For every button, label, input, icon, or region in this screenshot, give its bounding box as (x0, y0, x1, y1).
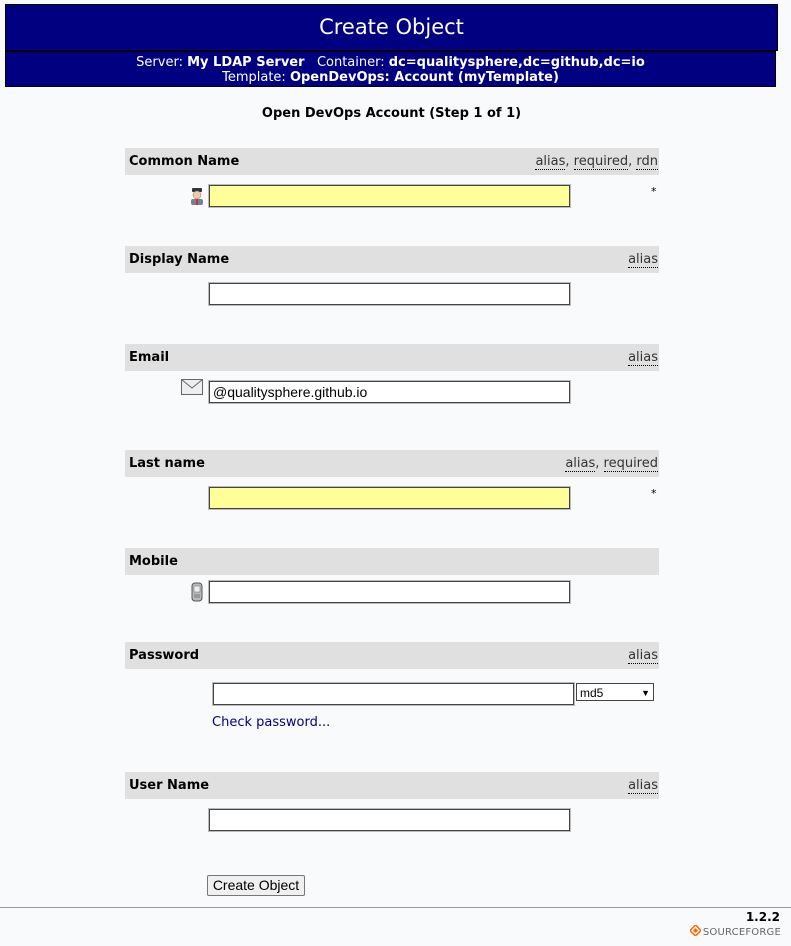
step-title: Open DevOps Account (Step 1 of 1) (261, 106, 522, 121)
field-header-password: Password alias (125, 642, 659, 669)
field-header-last-name: Last name alias, required (125, 450, 659, 477)
email-input[interactable] (208, 380, 571, 404)
footer-divider (0, 907, 791, 908)
password-hash-value: md5 (580, 686, 604, 700)
last-name-label: Last name (129, 456, 205, 471)
common-name-input[interactable] (208, 184, 571, 208)
email-label: Email (129, 350, 170, 365)
template-label: Template: (222, 70, 286, 85)
password-label: Password (129, 648, 200, 663)
tag-alias: alias (565, 456, 596, 472)
server-value: My LDAP Server (187, 55, 305, 70)
required-marker: * (651, 185, 657, 198)
mobile-phone-icon (191, 582, 203, 602)
user-name-input[interactable] (208, 808, 571, 832)
mobile-input[interactable] (208, 580, 571, 604)
last-name-tags: alias, required (565, 456, 658, 472)
display-name-tags: alias (628, 246, 658, 273)
tag-alias: alias (628, 350, 658, 366)
required-marker: * (651, 487, 657, 500)
field-header-display-name: Display Name alias (125, 246, 659, 273)
password-hash-select[interactable]: md5 ▼ (576, 683, 654, 701)
container-value: dc=qualitysphere,dc=github,dc=io (388, 55, 645, 70)
container-label: Container: (316, 55, 385, 70)
create-object-button[interactable]: Create Object (207, 875, 305, 896)
tag-required: required (573, 154, 629, 170)
tag-required: required (603, 456, 658, 472)
user-name-tags: alias (628, 772, 658, 799)
chevron-down-icon: ▼ (641, 688, 650, 698)
tag-rdn: rdn (636, 154, 658, 170)
field-header-common-name: Common Name alias, required, rdn (125, 148, 659, 175)
user-name-label: User Name (129, 778, 210, 793)
common-name-label: Common Name (129, 154, 240, 169)
user-icon (189, 187, 205, 205)
mobile-label: Mobile (129, 554, 178, 569)
tag-alias: alias (628, 648, 658, 664)
display-name-label: Display Name (129, 252, 230, 267)
server-label: Server: (136, 55, 183, 70)
template-value: OpenDevOps: Account (myTemplate) (289, 70, 559, 85)
tag-alias: alias (628, 778, 658, 794)
field-header-user-name: User Name alias (125, 772, 659, 799)
check-password-link[interactable]: Check password... (212, 715, 330, 730)
version-label: 1.2.2 (745, 910, 780, 924)
sourceforge-icon (688, 923, 702, 938)
common-name-tags: alias, required, rdn (535, 154, 658, 170)
password-tags: alias (628, 642, 658, 669)
field-header-email: Email alias (125, 344, 659, 371)
email-tags: alias (628, 344, 658, 371)
password-input[interactable] (212, 682, 575, 706)
tag-alias: alias (628, 252, 658, 268)
display-name-input[interactable] (208, 282, 571, 306)
envelope-icon (181, 379, 203, 397)
field-header-mobile: Mobile (125, 548, 659, 575)
last-name-input[interactable] (208, 486, 571, 510)
header-info: Server: My LDAP Server Container: dc=qua… (5, 51, 776, 87)
sourceforge-text: SOURCEFORGE (702, 927, 781, 938)
page-title: Create Object (5, 4, 778, 51)
tag-alias: alias (535, 154, 566, 170)
sourceforge-logo[interactable]: SOURCEFORGE (688, 923, 781, 938)
